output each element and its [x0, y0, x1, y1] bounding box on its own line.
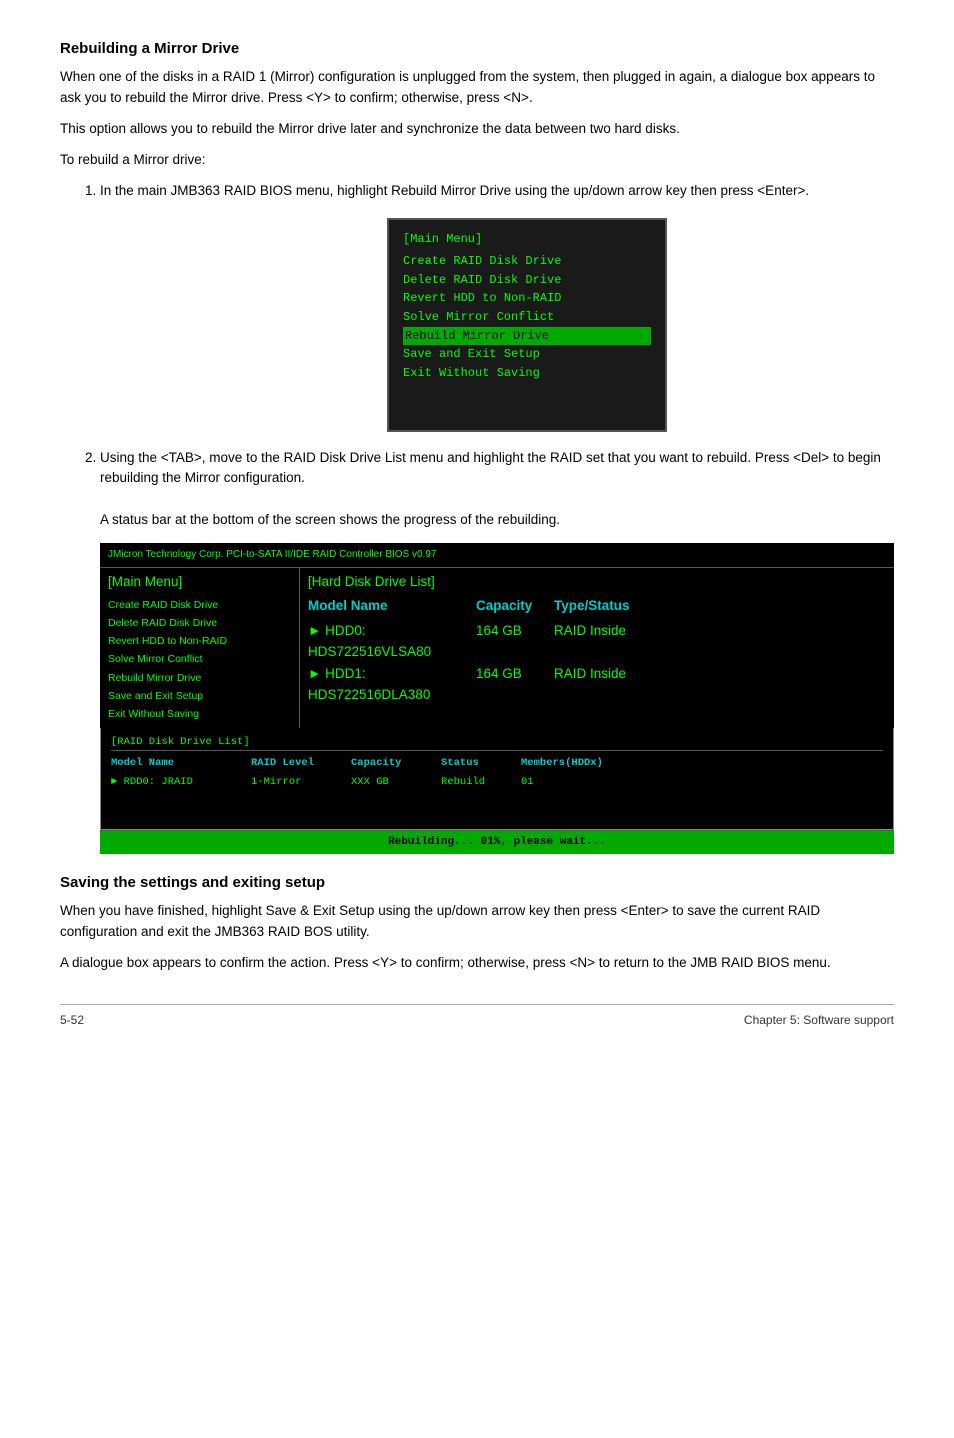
hdd1-capacity: 164 GB: [476, 664, 546, 706]
hdd1-type: RAID Inside: [554, 664, 626, 706]
bios-right-panel: [Hard Disk Drive List] Model Name Capaci…: [300, 568, 894, 728]
step2: Using the <TAB>, move to the RAID Disk D…: [100, 448, 894, 854]
bios-item-5-highlighted: Rebuild Mirror Drive: [403, 327, 651, 346]
raid-col-capacity: Capacity: [351, 755, 441, 771]
sc-item-4: Solve Mirror Conflict: [108, 650, 291, 668]
raid-row1-capacity: XXX GB: [351, 774, 441, 790]
col-type: Type/Status: [554, 596, 630, 617]
raid-row1-members: 01: [521, 774, 534, 790]
raid-col-status: Status: [441, 755, 521, 771]
section1-para1: When one of the disks in a RAID 1 (Mirro…: [60, 67, 894, 109]
footer-chapter: Chapter 5: Software support: [744, 1013, 894, 1027]
sc-item-3: Revert HDD to Non-RAID: [108, 632, 291, 650]
bios-screenshot-body: [Main Menu] Create RAID Disk Drive Delet…: [100, 568, 894, 728]
col-model: Model Name: [308, 596, 468, 617]
bios-item-1: Create RAID Disk Drive: [403, 252, 651, 271]
bios-screenshot-header: JMicron Technology Corp. PCI-to-SATA II/…: [100, 543, 894, 568]
sc-item-1: Create RAID Disk Drive: [108, 596, 291, 614]
bios-screenshot: JMicron Technology Corp. PCI-to-SATA II/…: [100, 543, 894, 854]
bios-menu-container: [Main Menu] Create RAID Disk Drive Delet…: [160, 218, 894, 432]
hdd1-name: ► HDD1: HDS722516DLA380: [308, 664, 468, 706]
hdd-row-2: ► HDD1: HDS722516DLA380 164 GB RAID Insi…: [308, 664, 886, 706]
hdd-row-1: ► HDD0: HDS722516VLSA80 164 GB RAID Insi…: [308, 621, 886, 663]
raid-list-section: [RAID Disk Drive List] Model Name RAID L…: [100, 728, 894, 830]
step2-text: Using the <TAB>, move to the RAID Disk D…: [100, 450, 881, 486]
rebuild-progress-bar: Rebuilding... 01%, please wait...: [100, 830, 894, 854]
footer-page-number: 5-52: [60, 1013, 84, 1027]
sc-item-5: Rebuild Mirror Drive: [108, 669, 291, 687]
page-footer: 5-52 Chapter 5: Software support: [60, 1004, 894, 1027]
raid-col-model: Model Name: [111, 755, 251, 771]
section2-para2: A dialogue box appears to confirm the ac…: [60, 953, 894, 974]
raid-row-1: ► RDD0: JRAID 1-Mirror XXX GB Rebuild 01: [111, 774, 883, 790]
bios-right-panel-title: [Hard Disk Drive List]: [308, 572, 886, 593]
step2-note: A status bar at the bottom of the screen…: [100, 512, 560, 527]
section1-title: Rebuilding a Mirror Drive: [60, 40, 894, 57]
raid-row1-name: ► RDD0: JRAID: [111, 774, 251, 790]
step1: In the main JMB363 RAID BIOS menu, highl…: [100, 181, 894, 432]
hdd-col-headers: Model Name Capacity Type/Status: [308, 596, 886, 617]
step1-text: In the main JMB363 RAID BIOS menu, highl…: [100, 183, 809, 198]
bios-item-7: Exit Without Saving: [403, 364, 651, 383]
sc-item-2: Delete RAID Disk Drive: [108, 614, 291, 632]
col-capacity: Capacity: [476, 596, 546, 617]
sc-item-6: Save and Exit Setup: [108, 687, 291, 705]
bios-item-3: Revert HDD to Non-RAID: [403, 289, 651, 308]
steps-list: In the main JMB363 RAID BIOS menu, highl…: [80, 181, 894, 854]
raid-col-headers: Model Name RAID Level Capacity Status Me…: [111, 755, 883, 771]
section1-para3: To rebuild a Mirror drive:: [60, 150, 894, 171]
section2-title: Saving the settings and exiting setup: [60, 874, 894, 891]
bios-menu-box: [Main Menu] Create RAID Disk Drive Delet…: [387, 218, 667, 432]
bios-left-panel-title: [Main Menu]: [108, 572, 291, 593]
raid-row1-level: 1-Mirror: [251, 774, 351, 790]
bios-left-panel: [Main Menu] Create RAID Disk Drive Delet…: [100, 568, 300, 728]
bios-item-4: Solve Mirror Conflict: [403, 308, 651, 327]
sc-item-7: Exit Without Saving: [108, 705, 291, 723]
raid-row1-status: Rebuild: [441, 774, 521, 790]
bios-item-2: Delete RAID Disk Drive: [403, 271, 651, 290]
raid-list-title: [RAID Disk Drive List]: [111, 734, 883, 751]
bios-menu-title: [Main Menu]: [403, 230, 651, 249]
section1-para2: This option allows you to rebuild the Mi…: [60, 119, 894, 140]
raid-col-level: RAID Level: [251, 755, 351, 771]
hdd0-name: ► HDD0: HDS722516VLSA80: [308, 621, 468, 663]
raid-col-members: Members(HDDx): [521, 755, 603, 771]
hdd0-type: RAID Inside: [554, 621, 626, 663]
hdd0-capacity: 164 GB: [476, 621, 546, 663]
section2-para1: When you have finished, highlight Save &…: [60, 901, 894, 943]
bios-item-6: Save and Exit Setup: [403, 345, 651, 364]
